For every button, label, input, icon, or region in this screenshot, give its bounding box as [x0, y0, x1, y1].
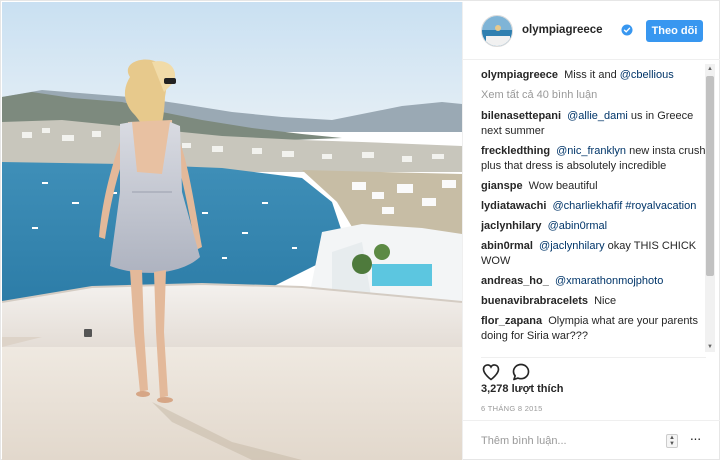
- list-item: andreas_ho_ @xmarathonmojphoto: [481, 274, 706, 289]
- comment-user[interactable]: freckledthing: [481, 145, 550, 157]
- list-item: buenavibrabracelets Nice: [481, 294, 706, 309]
- comment-text: Miss it and: [564, 69, 620, 81]
- avatar[interactable]: [481, 15, 513, 47]
- comment-user[interactable]: abin0rmal: [481, 240, 533, 252]
- scroll-down-arrow-icon[interactable]: ▼: [705, 342, 715, 352]
- comment-user[interactable]: bilenasettepani: [481, 110, 561, 122]
- comment-user[interactable]: flor_zapana: [481, 315, 542, 327]
- comment-user[interactable]: buenavibrabracelets: [481, 295, 588, 307]
- comment-user[interactable]: gianspe: [481, 180, 523, 192]
- verified-badge-icon: [621, 24, 633, 36]
- view-all-comments-link[interactable]: Xem tất cả 40 bình luận: [481, 88, 706, 103]
- comment-list: olympiagreece Miss it and @cbellious Xem…: [481, 68, 706, 350]
- comment-mention[interactable]: @abin0rmal: [548, 220, 607, 232]
- comment-mention[interactable]: @charliekhafif #royalvacation: [552, 200, 696, 212]
- comment-mention[interactable]: @allie_dami: [567, 110, 628, 122]
- post-frame: olympiagreece Theo dõi olympiagreece Mis…: [0, 0, 720, 460]
- likes-count[interactable]: 3,278 lượt thích: [481, 383, 563, 395]
- list-item: gianspe Wow beautiful: [481, 179, 706, 194]
- list-item: abin0rmal @jaclynhilary okay THIS CHICK …: [481, 239, 706, 269]
- list-item: lydiatawachi @charliekhafif #royalvacati…: [481, 199, 706, 214]
- comments-panel: olympiagreece Theo dõi olympiagreece Mis…: [462, 2, 720, 460]
- comment-user[interactable]: olympiagreece: [481, 69, 558, 81]
- add-comment-bar: ▲▼ ···: [463, 420, 720, 460]
- more-options-icon[interactable]: ···: [687, 431, 703, 449]
- comment-mention[interactable]: @nic_franklyn: [556, 145, 626, 157]
- post-actions: [481, 357, 706, 382]
- comment-input[interactable]: [481, 431, 661, 451]
- comment-mention[interactable]: @jaclynhilary: [539, 240, 605, 252]
- scroll-thumb[interactable]: [706, 76, 714, 276]
- comment-user[interactable]: andreas_ho_: [481, 275, 549, 287]
- comment-mention[interactable]: @xmarathonmojphoto: [555, 275, 663, 287]
- post-header: olympiagreece Theo dõi: [463, 2, 720, 60]
- follow-button[interactable]: Theo dõi: [646, 20, 703, 42]
- heart-icon[interactable]: [481, 362, 501, 382]
- comment-mention[interactable]: @cbellious: [620, 69, 674, 81]
- post-username[interactable]: olympiagreece: [522, 24, 603, 36]
- list-item: olympiagreece Miss it and @cbellious: [481, 68, 706, 83]
- list-item: flor_zapana Olympia what are your parent…: [481, 314, 706, 344]
- scroll-up-arrow-icon[interactable]: ▲: [705, 64, 715, 74]
- stepper-icon[interactable]: ▲ ▼: [666, 434, 678, 448]
- post-date: 6 THÁNG 8 2015: [481, 404, 543, 413]
- list-item: jaclynhilary @abin0rmal: [481, 219, 706, 234]
- comment-text: Nice: [594, 295, 617, 307]
- comment-bubble-icon[interactable]: [511, 362, 531, 382]
- post-photo[interactable]: [2, 2, 462, 460]
- list-item: bilenasettepani @allie_dami us in Greece…: [481, 109, 706, 139]
- list-item: freckledthing @nic_franklyn new insta cr…: [481, 144, 706, 174]
- comment-user[interactable]: lydiatawachi: [481, 200, 546, 212]
- comments-scrollbar[interactable]: ▲ ▼: [705, 64, 715, 352]
- comment-text: Wow beautiful: [528, 180, 598, 192]
- comment-user[interactable]: jaclynhilary: [481, 220, 542, 232]
